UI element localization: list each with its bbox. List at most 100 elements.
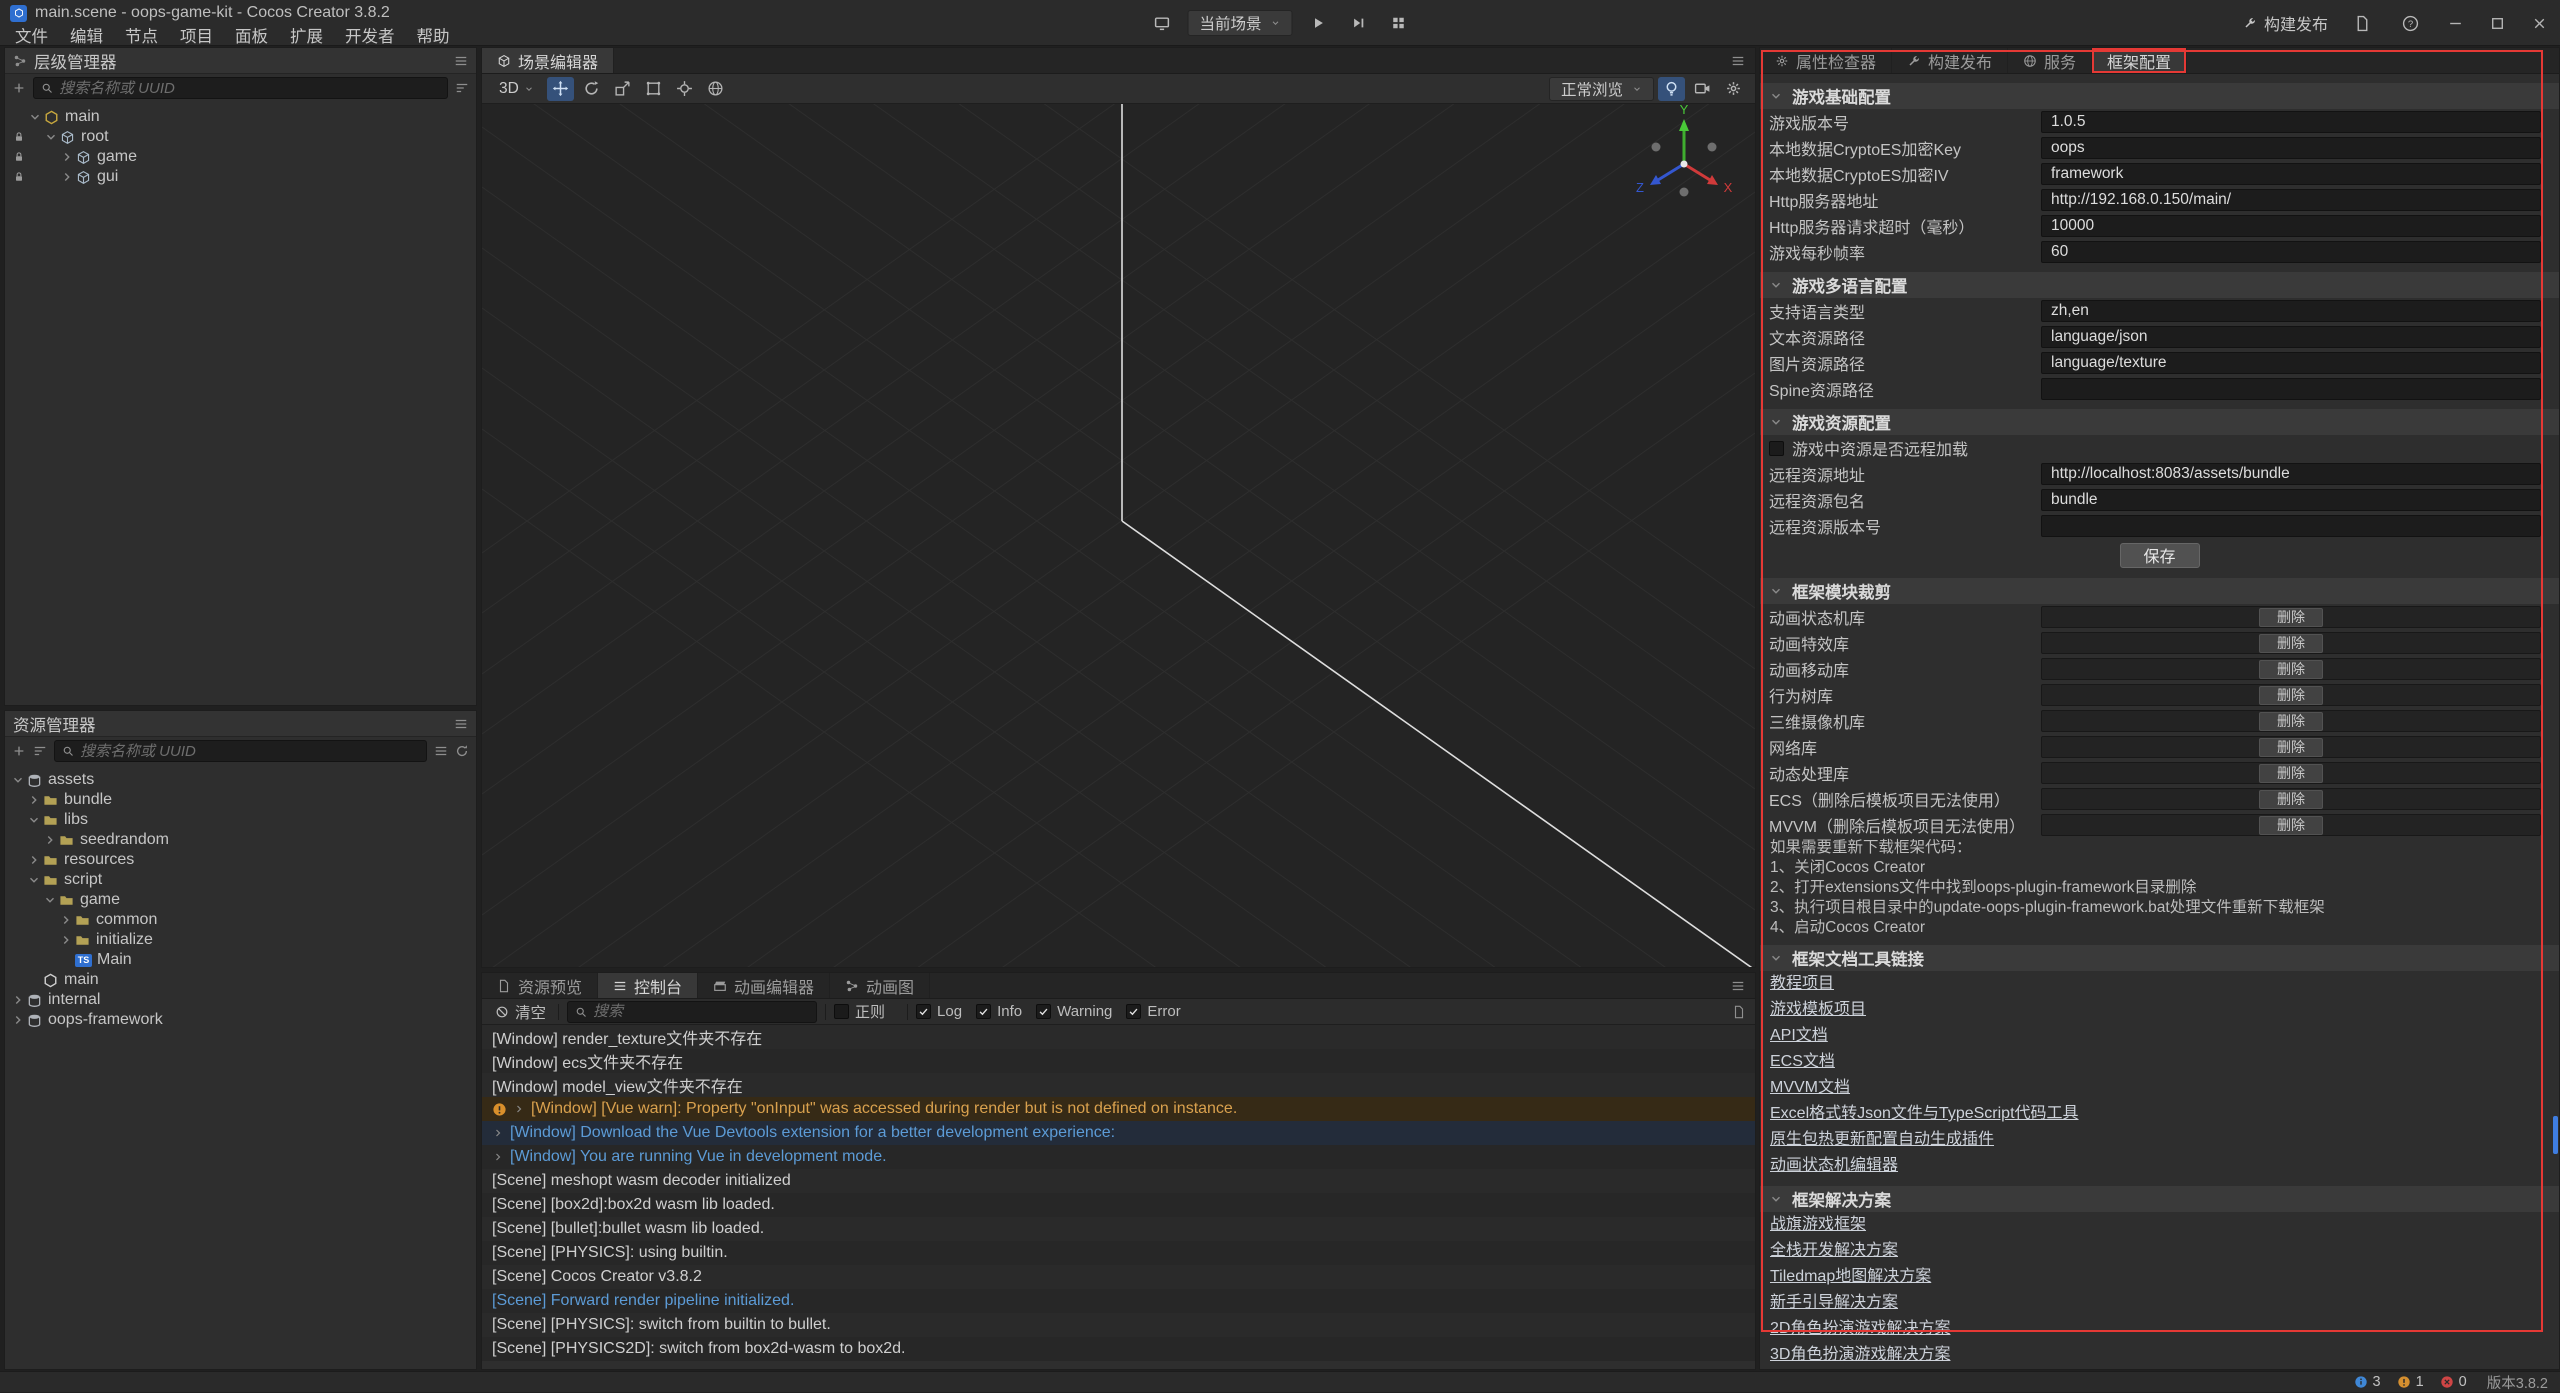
step-button[interactable] [1345, 10, 1373, 36]
asset-node-libs[interactable]: libs [11, 810, 476, 830]
warning-count[interactable]: 1 [2397, 1374, 2424, 1390]
tab-framework-config[interactable]: 框架配置 [2092, 48, 2187, 73]
log-row-info[interactable]: [Window] Download the Vue Devtools exten… [482, 1121, 1755, 1145]
solution-link[interactable]: Tiledmap地图解决方案 [1770, 1264, 1931, 1290]
tab-build-publish[interactable]: 构建发布 [1892, 48, 2008, 73]
chevron-right-icon[interactable] [59, 913, 73, 927]
remote-version-input[interactable] [2041, 515, 2541, 537]
asset-node-main-ts[interactable]: Main [11, 950, 476, 970]
asset-node-game[interactable]: game [11, 890, 476, 910]
doc-link[interactable]: 动画状态机编辑器 [1770, 1153, 1898, 1179]
asset-node-bundle[interactable]: bundle [11, 790, 476, 810]
menu-file[interactable]: 文件 [4, 23, 59, 47]
remote-bundle-input[interactable] [2041, 489, 2541, 511]
tab-scene-editor[interactable]: 场景编辑器 [482, 48, 614, 73]
info-count[interactable]: 3 [2354, 1374, 2381, 1390]
preview-target-icon[interactable] [1147, 10, 1175, 36]
languages-input[interactable] [2041, 300, 2541, 322]
help-icon[interactable] [2396, 10, 2424, 36]
chevron-right-icon[interactable] [27, 853, 41, 867]
doc-link[interactable]: 教程项目 [1770, 971, 1834, 997]
menu-extension[interactable]: 扩展 [279, 23, 334, 47]
tab-property-inspector[interactable]: 属性检查器 [1760, 48, 1892, 73]
view-mode-select[interactable]: 正常浏览 [1549, 77, 1654, 101]
console-search[interactable] [567, 1001, 817, 1023]
lock-icon[interactable] [11, 169, 27, 185]
chevron-down-icon[interactable] [28, 110, 42, 124]
solution-link[interactable]: 2D角色扮演游戏解决方案 [1770, 1316, 1950, 1342]
lock-icon[interactable] [11, 129, 27, 145]
refresh-icon[interactable] [455, 744, 469, 758]
section-modules[interactable]: 框架模块裁剪 [1760, 578, 2559, 604]
tab-animation-editor[interactable]: 动画编辑器 [698, 973, 830, 998]
asset-node-oops-framework[interactable]: oops-framework [11, 1010, 476, 1030]
lock-icon[interactable] [11, 149, 27, 165]
scrollbar-thumb[interactable] [2553, 1116, 2558, 1154]
hierarchy-search-input[interactable] [59, 80, 440, 97]
hierarchy-node-gui[interactable]: gui [11, 167, 476, 187]
doc-link[interactable]: ECS文档 [1770, 1049, 1835, 1075]
chevron-right-icon[interactable] [492, 1151, 504, 1163]
lighting-toggle[interactable] [1658, 77, 1685, 101]
delete-button[interactable]: 删除 [2259, 738, 2323, 757]
delete-button[interactable]: 删除 [2259, 764, 2323, 783]
image-path-input[interactable] [2041, 352, 2541, 374]
maximize-button[interactable] [2486, 12, 2508, 34]
move-tool[interactable] [547, 77, 574, 101]
scene-select[interactable]: 当前场景 [1187, 10, 1292, 36]
minimize-button[interactable] [2444, 12, 2466, 34]
rect-tool[interactable] [640, 77, 667, 101]
filter-log-checkbox[interactable]: Log [916, 1003, 962, 1020]
text-path-input[interactable] [2041, 326, 2541, 348]
tab-asset-preview[interactable]: 资源预览 [482, 973, 598, 998]
menu-panel[interactable]: 面板 [224, 23, 279, 47]
chevron-right-icon[interactable] [60, 170, 74, 184]
chevron-right-icon[interactable] [513, 1103, 525, 1115]
asset-node-initialize[interactable]: initialize [11, 930, 476, 950]
projection-toggle[interactable]: 3D [490, 77, 543, 101]
section-docs[interactable]: 框架文档工具链接 [1760, 945, 2559, 971]
delete-button[interactable]: 删除 [2259, 712, 2323, 731]
log-file-icon[interactable] [2348, 10, 2376, 36]
asset-node-internal[interactable]: internal [11, 990, 476, 1010]
menu-project[interactable]: 项目 [169, 23, 224, 47]
log-row[interactable]: [Window] model_view文件夹不存在 [482, 1073, 1755, 1097]
tab-service[interactable]: 服务 [2008, 48, 2092, 73]
chevron-right-icon[interactable] [43, 833, 57, 847]
panel-menu-icon[interactable] [1731, 979, 1745, 993]
log-row[interactable]: [Window] ecs文件夹不存在 [482, 1049, 1755, 1073]
log-row[interactable]: [Scene] [box2d]:box2d wasm lib loaded. [482, 1193, 1755, 1217]
chevron-right-icon[interactable] [59, 933, 73, 947]
hierarchy-node-root[interactable]: root [11, 127, 476, 147]
log-row[interactable]: [Scene] meshopt wasm decoder initialized [482, 1169, 1755, 1193]
remote-url-input[interactable] [2041, 463, 2541, 485]
doc-link[interactable]: API文档 [1770, 1023, 1828, 1049]
error-count[interactable]: 0 [2440, 1374, 2467, 1390]
preview-layout-icon[interactable] [1385, 10, 1413, 36]
asset-node-seedrandom[interactable]: seedrandom [11, 830, 476, 850]
axis-gizmo[interactable]: Y X Z [1624, 104, 1744, 224]
regex-checkbox[interactable]: 正则 [834, 1001, 885, 1022]
sort-assets-icon[interactable] [33, 744, 47, 758]
hierarchy-search[interactable] [33, 77, 448, 99]
chevron-right-icon[interactable] [11, 993, 25, 1007]
delete-button[interactable]: 删除 [2259, 660, 2323, 679]
chevron-down-icon[interactable] [11, 773, 25, 787]
section-game-basic[interactable]: 游戏基础配置 [1760, 83, 2559, 109]
panel-menu-icon[interactable] [454, 54, 468, 68]
log-row[interactable]: [Window] render_texture文件夹不存在 [482, 1025, 1755, 1049]
hierarchy-node-game[interactable]: game [11, 147, 476, 167]
build-publish-button[interactable]: 构建发布 [2243, 11, 2328, 35]
add-node-icon[interactable] [12, 81, 26, 95]
close-button[interactable] [2528, 12, 2550, 34]
save-button[interactable]: 保存 [2120, 543, 2200, 568]
crypto-iv-input[interactable] [2041, 163, 2541, 185]
coordinate-space-toggle[interactable] [702, 77, 729, 101]
panel-menu-icon[interactable] [1731, 54, 1745, 68]
doc-link[interactable]: 原生包热更新配置自动生成插件 [1770, 1127, 1994, 1153]
chevron-down-icon[interactable] [27, 873, 41, 887]
pivot-toggle[interactable] [671, 77, 698, 101]
doc-link[interactable]: 游戏模板项目 [1770, 997, 1866, 1023]
fps-input[interactable] [2041, 241, 2541, 263]
menu-help[interactable]: 帮助 [406, 23, 461, 47]
